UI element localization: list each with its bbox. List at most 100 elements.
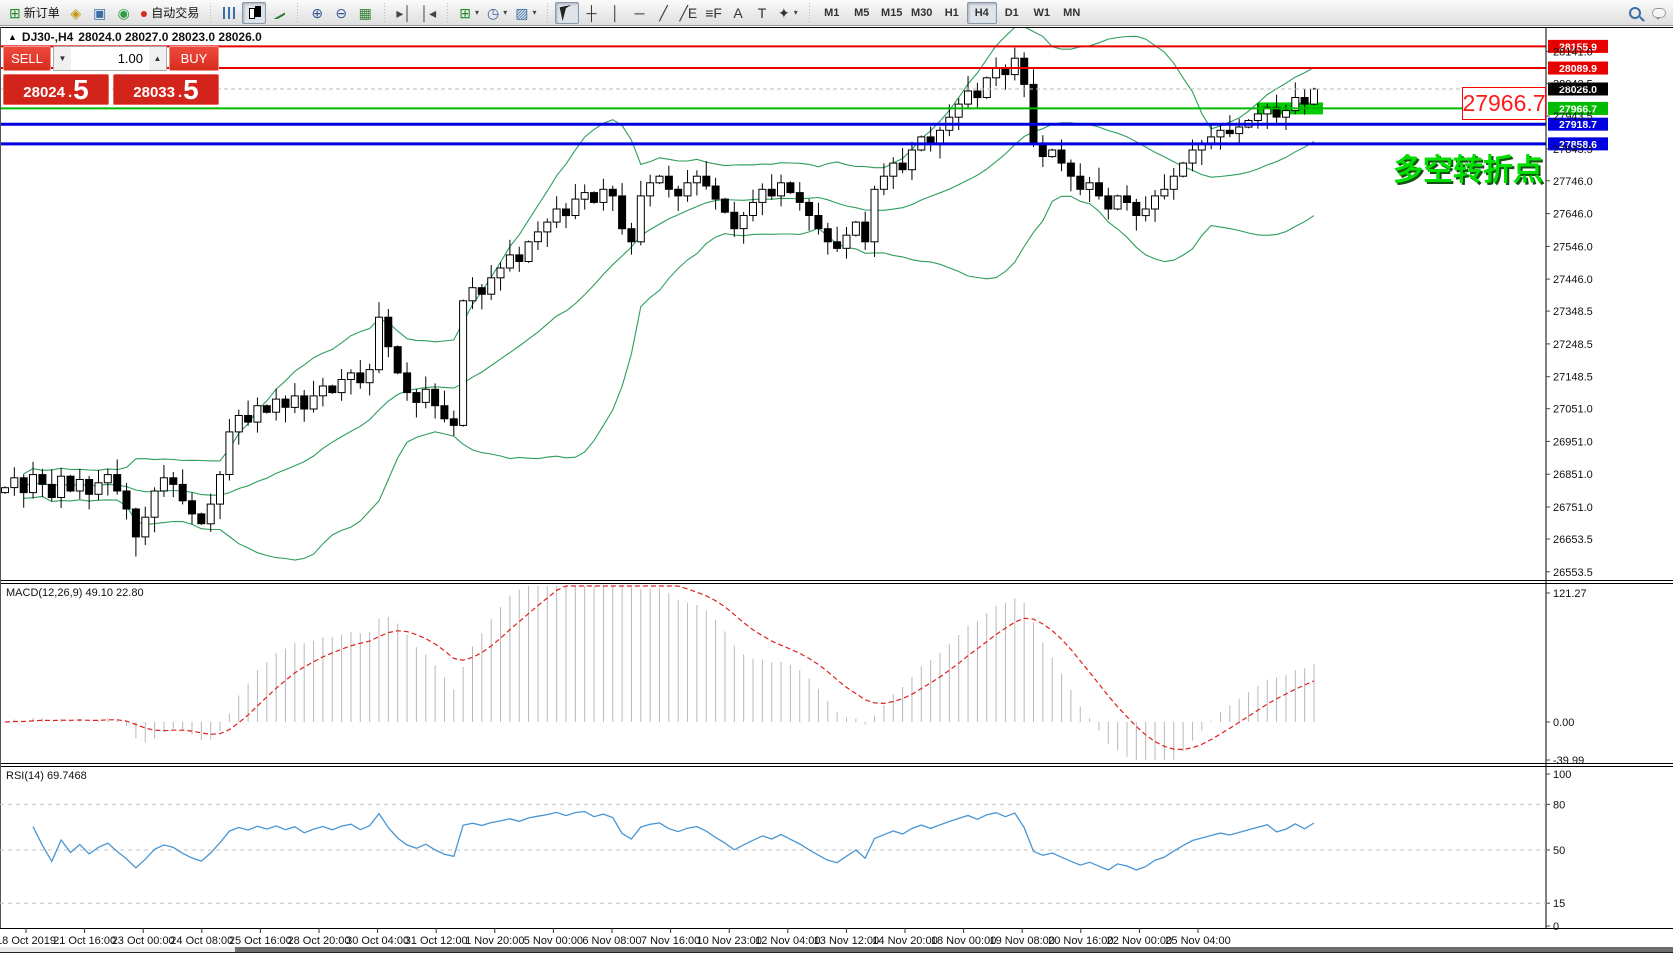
equidistant-channel-button[interactable]: ╱E	[675, 2, 701, 24]
rsi-line	[33, 812, 1314, 871]
svg-text:-39.99: -39.99	[1553, 755, 1584, 767]
svg-text:27248.5: 27248.5	[1553, 339, 1593, 351]
resistance-line-2[interactable]: 28089.9	[0, 62, 1608, 76]
timeframe-m15-button[interactable]: M15	[877, 2, 907, 24]
buy-price-display[interactable]: 28033.5	[113, 74, 219, 105]
svg-text:27348.5: 27348.5	[1553, 306, 1593, 318]
line-chart-button[interactable]	[266, 2, 290, 24]
svg-text:22 Nov 00:00: 22 Nov 00:00	[1107, 935, 1172, 947]
volume-decrease-button[interactable]: ▼	[54, 47, 71, 70]
sell-price-int: 28024	[23, 83, 65, 103]
timeframe-h4-button[interactable]: H4	[967, 2, 997, 24]
text-button[interactable]: A	[726, 2, 750, 24]
auto-scroll-button[interactable]: ▸│	[392, 2, 416, 24]
text-label-button[interactable]: T	[750, 2, 774, 24]
tile-windows-icon: ▦	[359, 6, 372, 20]
svg-text:80: 80	[1553, 799, 1565, 811]
svg-text:31 Oct 12:00: 31 Oct 12:00	[405, 935, 468, 947]
eraser-icon-button[interactable]: ◈	[64, 2, 88, 24]
svg-text:27943.5: 27943.5	[1553, 111, 1593, 123]
auto-scroll-icon: ▸│	[396, 6, 412, 20]
text-icon: A	[733, 6, 742, 20]
timeframe-w1-button[interactable]: W1	[1027, 2, 1057, 24]
toolbar-separator	[545, 3, 550, 23]
svg-text:100: 100	[1553, 769, 1571, 781]
tile-windows-button[interactable]: ▦	[353, 2, 377, 24]
periods-button[interactable]: ◷▾	[483, 2, 511, 24]
expert-advisors-icon-button[interactable]: ▣	[88, 2, 112, 24]
bull-bear-turning-point-note[interactable]: 多空转折点	[1393, 145, 1543, 189]
signals-icon-icon: ◉	[118, 6, 130, 20]
price-callout-box[interactable]: 27966.7	[1462, 87, 1546, 120]
bollinger-lower-band	[24, 196, 1314, 560]
text-label-icon: T	[758, 6, 767, 20]
toolbar-separator	[807, 3, 812, 23]
svg-text:26951.0: 26951.0	[1553, 436, 1593, 448]
svg-text:30 Oct 04:00: 30 Oct 04:00	[346, 935, 409, 947]
svg-text:14 Nov 20:00: 14 Nov 20:00	[872, 935, 937, 947]
support-line-1[interactable]: 27918.7	[0, 118, 1608, 132]
indicators-button[interactable]: ⊞▾	[455, 2, 483, 24]
dropdown-arrow-icon: ▾	[475, 8, 479, 17]
fibonacci-button[interactable]: ≡F	[701, 2, 726, 24]
svg-text:27746.0: 27746.0	[1553, 176, 1593, 188]
toolbar-separator	[208, 3, 213, 23]
rsi-axis[interactable]: 1008050150	[1546, 769, 1571, 933]
timeframe-mn-button[interactable]: MN	[1057, 2, 1087, 24]
buy-button[interactable]: BUY	[169, 46, 219, 71]
svg-text:0: 0	[1553, 921, 1559, 933]
macd-axis[interactable]: 121.270.00-39.99	[1546, 588, 1587, 767]
collapse-icon[interactable]: ▲	[8, 32, 17, 42]
time-axis[interactable]: 18 Oct 201921 Oct 16:0023 Oct 00:0024 Oc…	[0, 928, 1231, 947]
svg-text:27546.0: 27546.0	[1553, 241, 1593, 253]
price-axis[interactable]: 28141.028042.527943.527843.527746.027646…	[1546, 27, 1593, 928]
timeframe-m1-button[interactable]: M1	[817, 2, 847, 24]
line-chart-icon	[271, 7, 285, 19]
horizontal-line-button[interactable]: ─	[627, 2, 651, 24]
chat-button[interactable]	[1647, 2, 1671, 24]
zoom-in-icon: ⊕	[311, 6, 323, 20]
sell-price-display[interactable]: 28024.5	[3, 74, 109, 105]
zoom-out-button[interactable]: ⊖	[329, 2, 353, 24]
vertical-line-button[interactable]: │	[603, 2, 627, 24]
chart-scrollbar[interactable]	[0, 947, 1673, 953]
volume-increase-button[interactable]: ▲	[149, 47, 166, 70]
dropdown-arrow-icon: ▾	[794, 8, 798, 17]
toolbar-separator	[445, 3, 450, 23]
support-line-2[interactable]: 27858.6	[0, 137, 1608, 151]
cursor-button[interactable]	[555, 2, 579, 24]
crosshair-button[interactable]: ┼	[579, 2, 603, 24]
timeframe-m30-button[interactable]: M30	[907, 2, 937, 24]
svg-text:21 Oct 16:00: 21 Oct 16:00	[53, 935, 116, 947]
horizontal-lines[interactable]: 28155.928089.927966.727918.727858.6	[0, 40, 1608, 151]
timeframe-d1-button[interactable]: D1	[997, 2, 1027, 24]
new-order-icon: ⊞	[9, 6, 21, 20]
auto-trading-button[interactable]: ●自动交易	[136, 2, 203, 24]
timeframe-h1-button[interactable]: H1	[937, 2, 967, 24]
volume-input[interactable]	[71, 47, 149, 70]
signals-icon-button[interactable]: ◉	[112, 2, 136, 24]
main-toolbar: ⊞新订单◈▣◉●自动交易⊕⊖▦▸││◂⊞▾◷▾▨▾┼│─╱╱E≡FAT✦▾ M1…	[0, 0, 1673, 26]
candlestick-chart-button[interactable]	[242, 2, 266, 24]
templates-icon: ▨	[515, 6, 528, 20]
auto-trading-button-label: 自动交易	[151, 4, 199, 21]
toolbar-group: ⊕ ⊖ ▦	[302, 0, 380, 26]
chart-shift-button[interactable]: │◂	[416, 2, 440, 24]
arrows-button[interactable]: ✦▾	[774, 2, 802, 24]
search-button[interactable]	[1623, 2, 1647, 24]
toolbar-group	[215, 0, 293, 26]
svg-text:0.00: 0.00	[1553, 717, 1574, 729]
zoom-in-button[interactable]: ⊕	[305, 2, 329, 24]
timeframe-m5-button[interactable]: M5	[847, 2, 877, 24]
sell-button[interactable]: SELL	[3, 46, 51, 71]
bar-chart-button[interactable]	[218, 2, 242, 24]
candlestick-chart-icon	[247, 6, 261, 20]
templates-button[interactable]: ▨▾	[511, 2, 540, 24]
trendline-button[interactable]: ╱	[651, 2, 675, 24]
svg-text:10 Nov 23:00: 10 Nov 23:00	[696, 935, 761, 947]
svg-text:23 Oct 00:00: 23 Oct 00:00	[112, 935, 175, 947]
pivot-line[interactable]: 27966.7	[0, 102, 1608, 116]
chart-title: ▲ DJ30-,H4 28024.0 28027.0 28023.0 28026…	[8, 30, 262, 44]
new-order-button[interactable]: ⊞新订单	[5, 2, 64, 24]
svg-text:28042.5: 28042.5	[1553, 79, 1593, 91]
